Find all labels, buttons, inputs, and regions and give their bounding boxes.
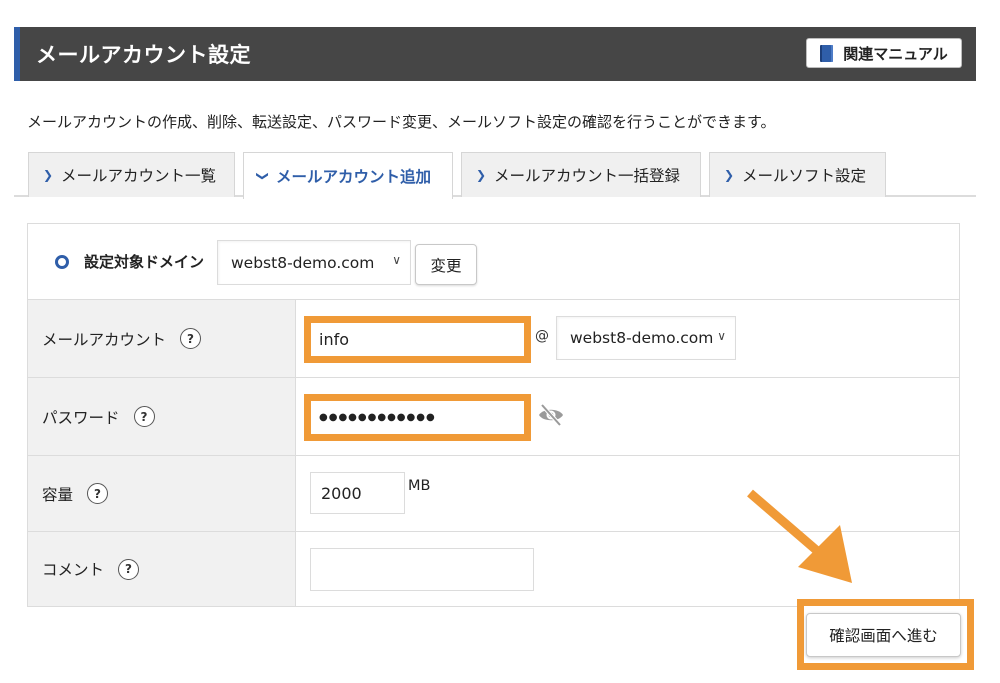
capacity-label: 容量 xyxy=(42,485,74,504)
account-domain-value: webst8-demo.com xyxy=(570,329,714,347)
help-icon[interactable]: ? xyxy=(87,483,109,504)
form-row-password: パスワード ? ●●●●●●●●●●●● xyxy=(28,378,959,456)
page-title: メールアカウント設定 xyxy=(36,43,251,67)
domain-selector-row: 設定対象ドメイン webst8-demo.com ∨ 変更 xyxy=(28,224,959,300)
submit-highlight: 確認画面へ進む xyxy=(797,599,974,670)
capacity-unit: MB xyxy=(408,478,431,494)
chevron-down-icon: ❯ xyxy=(256,171,270,182)
related-manual-label: 関連マニュアル xyxy=(843,44,948,63)
proceed-to-confirm-button[interactable]: 確認画面へ進む xyxy=(806,613,961,657)
password-label-cell: パスワード ? xyxy=(28,378,296,455)
account-label: メールアカウント xyxy=(42,330,167,349)
radio-selected-icon xyxy=(55,255,69,269)
domain-selector-label: 設定対象ドメイン xyxy=(84,253,205,271)
capacity-label-cell: 容量 ? xyxy=(28,456,296,531)
eye-slash-icon[interactable] xyxy=(537,402,565,428)
comment-label: コメント xyxy=(42,561,105,579)
at-sign: @ xyxy=(535,328,549,344)
chevron-down-icon: ∨ xyxy=(392,253,401,267)
account-domain-select[interactable]: webst8-demo.com ∨ xyxy=(556,316,736,360)
password-input[interactable]: ●●●●●●●●●●●● xyxy=(311,401,524,434)
page-description: メールアカウントの作成、削除、転送設定、パスワード変更、メールソフト設定の確認を… xyxy=(27,113,776,131)
account-label-cell: メールアカウント ? xyxy=(28,300,296,377)
tab-bulk-register[interactable]: ❯ メールアカウント一括登録 xyxy=(461,152,701,197)
page-header: メールアカウント設定 関連マニュアル xyxy=(14,27,976,81)
change-domain-button[interactable]: 変更 xyxy=(415,244,477,285)
tab-label: メールアカウント一括登録 xyxy=(494,167,681,185)
form-row-account: メールアカウント ? info @ webst8-demo.com ∨ xyxy=(28,300,959,378)
password-label: パスワード xyxy=(42,408,120,427)
tab-mail-software[interactable]: ❯ メールソフト設定 xyxy=(709,152,886,197)
chevron-right-icon: ❯ xyxy=(43,168,54,182)
related-manual-button[interactable]: 関連マニュアル xyxy=(806,38,962,68)
account-input-highlight: info xyxy=(304,316,531,363)
tab-account-list[interactable]: ❯ メールアカウント一覧 xyxy=(28,152,235,197)
chevron-down-icon: ∨ xyxy=(717,329,726,343)
tab-label: メールアカウント追加 xyxy=(276,168,432,186)
tab-account-add[interactable]: ❯ メールアカウント追加 xyxy=(243,152,453,199)
tab-label: メールソフト設定 xyxy=(742,167,867,185)
help-icon[interactable]: ? xyxy=(180,328,202,349)
tab-label: メールアカウント一覧 xyxy=(61,167,217,185)
capacity-input[interactable]: 2000 xyxy=(310,472,405,514)
tab-bar: ❯ メールアカウント一覧 ❯ メールアカウント追加 ❯ メールアカウント一括登録… xyxy=(14,152,976,199)
help-icon[interactable]: ? xyxy=(118,558,140,580)
password-input-highlight: ●●●●●●●●●●●● xyxy=(304,394,531,441)
chevron-right-icon: ❯ xyxy=(724,168,735,182)
target-domain-select[interactable]: webst8-demo.com ∨ xyxy=(217,240,411,285)
chevron-right-icon: ❯ xyxy=(476,168,487,182)
mail-account-input[interactable]: info xyxy=(311,323,524,356)
comment-input[interactable] xyxy=(310,548,534,591)
comment-label-cell: コメント ? xyxy=(28,532,296,606)
annotation-arrow-icon xyxy=(747,489,852,583)
book-icon xyxy=(820,44,834,62)
target-domain-value: webst8-demo.com xyxy=(231,253,375,272)
help-icon[interactable]: ? xyxy=(133,406,155,427)
